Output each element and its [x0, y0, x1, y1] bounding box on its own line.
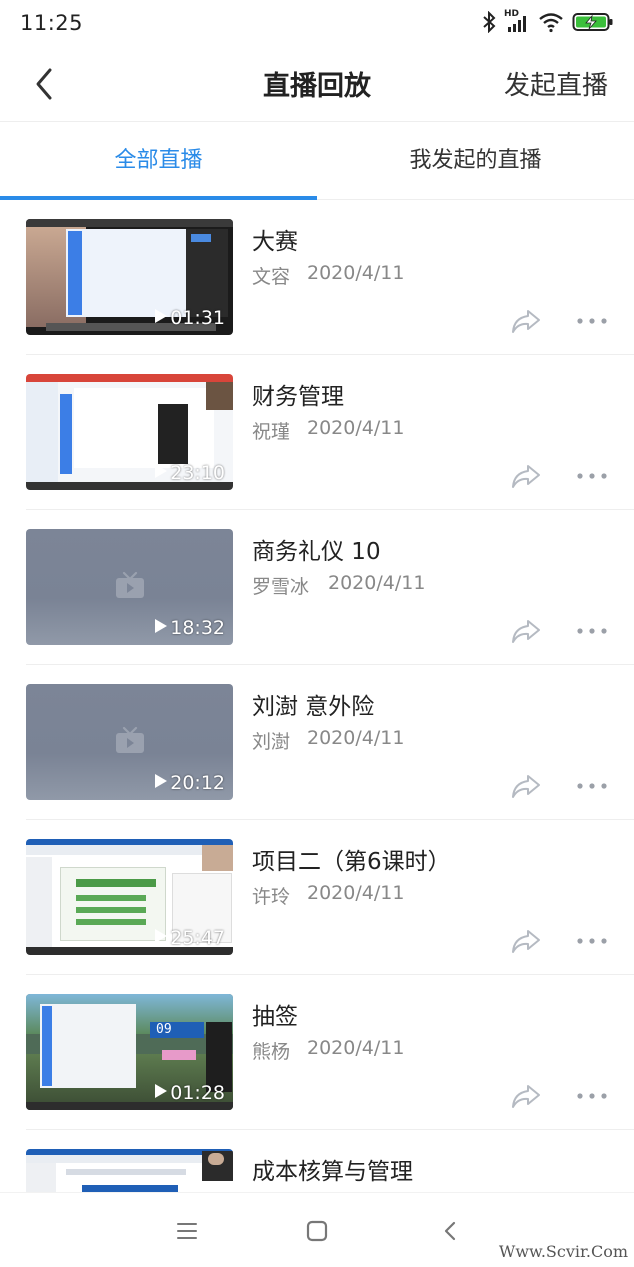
item-date: 2020/4/11 [307, 882, 405, 904]
replay-list: 01:31 大赛 文容 2020/4/11 23:10 财务管理 祝瑾 2020… [0, 200, 634, 1192]
video-thumbnail: 18:32 [26, 529, 233, 645]
share-icon[interactable] [510, 461, 542, 491]
list-item[interactable]: 成本核算与管理 [0, 1130, 634, 1192]
battery-charging-icon [572, 13, 613, 31]
bluetooth-icon [483, 11, 496, 33]
list-item[interactable]: 18:32 商务礼仪 10 罗雪冰 2020/4/11 [0, 510, 634, 665]
home-icon[interactable] [303, 1217, 331, 1245]
item-date: 2020/4/11 [328, 572, 426, 594]
play-icon [155, 929, 167, 943]
item-title: 商务礼仪 10 [252, 539, 381, 565]
status-time: 11:25 [20, 11, 84, 35]
tv-placeholder-icon [116, 726, 144, 753]
item-author: 祝瑾 [252, 421, 291, 443]
list-item[interactable]: 20:12 刘澍 意外险 刘澍 2020/4/11 [0, 665, 634, 820]
share-icon[interactable] [510, 771, 542, 801]
video-duration: 01:31 [170, 307, 225, 329]
tab-bar: 全部直播 我发起的直播 [0, 122, 634, 200]
tab-my-live[interactable]: 我发起的直播 [317, 122, 634, 200]
video-duration: 25:47 [170, 927, 225, 949]
item-date: 2020/4/11 [307, 417, 405, 439]
wifi-icon [539, 13, 563, 33]
share-icon[interactable] [510, 616, 542, 646]
start-live-button[interactable]: 发起直播 [504, 65, 608, 102]
signal-icon: HD [504, 9, 530, 33]
more-options-icon[interactable] [574, 465, 610, 487]
play-icon [155, 464, 167, 478]
tv-placeholder-icon [116, 571, 144, 598]
item-author: 许玲 [252, 886, 291, 908]
more-options-icon[interactable] [574, 775, 610, 797]
item-title: 抽签 [252, 1004, 298, 1030]
more-options-icon[interactable] [574, 930, 610, 952]
nav-header: 直播回放 发起直播 [0, 44, 634, 122]
back-icon[interactable] [437, 1217, 465, 1245]
share-icon[interactable] [510, 926, 542, 956]
list-item[interactable]: 23:10 财务管理 祝瑾 2020/4/11 [0, 355, 634, 510]
video-thumbnail: 20:12 [26, 684, 233, 800]
video-duration: 23:10 [170, 462, 225, 484]
video-duration: 18:32 [170, 617, 225, 639]
tab-all-live[interactable]: 全部直播 [0, 122, 317, 200]
item-title: 项目二（第6课时） [252, 849, 451, 875]
play-icon [155, 619, 167, 633]
play-icon [155, 774, 167, 788]
back-arrow-icon[interactable] [28, 64, 64, 104]
video-thumbnail: 23:10 [26, 374, 233, 490]
item-date: 2020/4/11 [307, 1037, 405, 1059]
status-bar: 11:25 HD [0, 0, 634, 44]
video-thumbnail: 09 01:28 [26, 994, 233, 1110]
counter-digits: 09 [156, 1022, 172, 1037]
item-author: 罗雪冰 [252, 576, 310, 598]
item-date: 2020/4/11 [307, 262, 405, 284]
more-options-icon[interactable] [574, 620, 610, 642]
video-thumbnail: 25:47 [26, 839, 233, 955]
list-item[interactable]: 25:47 项目二（第6课时） 许玲 2020/4/11 [0, 820, 634, 975]
system-nav-bar: Www.Scvir.Com [0, 1192, 634, 1267]
video-duration: 01:28 [170, 1082, 225, 1104]
item-author: 刘澍 [252, 731, 291, 753]
item-title: 财务管理 [252, 384, 344, 410]
item-author: 文容 [252, 266, 291, 288]
list-item[interactable]: 01:31 大赛 文容 2020/4/11 [0, 200, 634, 355]
item-title: 成本核算与管理 [252, 1159, 413, 1185]
video-thumbnail [26, 1149, 233, 1192]
share-icon[interactable] [510, 306, 542, 336]
play-icon [155, 309, 167, 323]
status-icons: HD [482, 9, 614, 34]
menu-icon[interactable] [173, 1217, 201, 1245]
item-date: 2020/4/11 [307, 727, 405, 749]
more-options-icon[interactable] [574, 310, 610, 332]
item-author: 熊杨 [252, 1041, 291, 1063]
more-options-icon[interactable] [574, 1085, 610, 1107]
list-item[interactable]: 09 01:28 抽签 熊杨 2020/4/11 [0, 975, 634, 1130]
video-duration: 20:12 [170, 772, 225, 794]
item-title: 刘澍 意外险 [252, 694, 375, 720]
share-icon[interactable] [510, 1081, 542, 1111]
watermark: Www.Scvir.Com [498, 1242, 628, 1261]
play-icon [155, 1084, 167, 1098]
item-title: 大赛 [252, 229, 298, 255]
video-thumbnail: 01:31 [26, 219, 233, 335]
